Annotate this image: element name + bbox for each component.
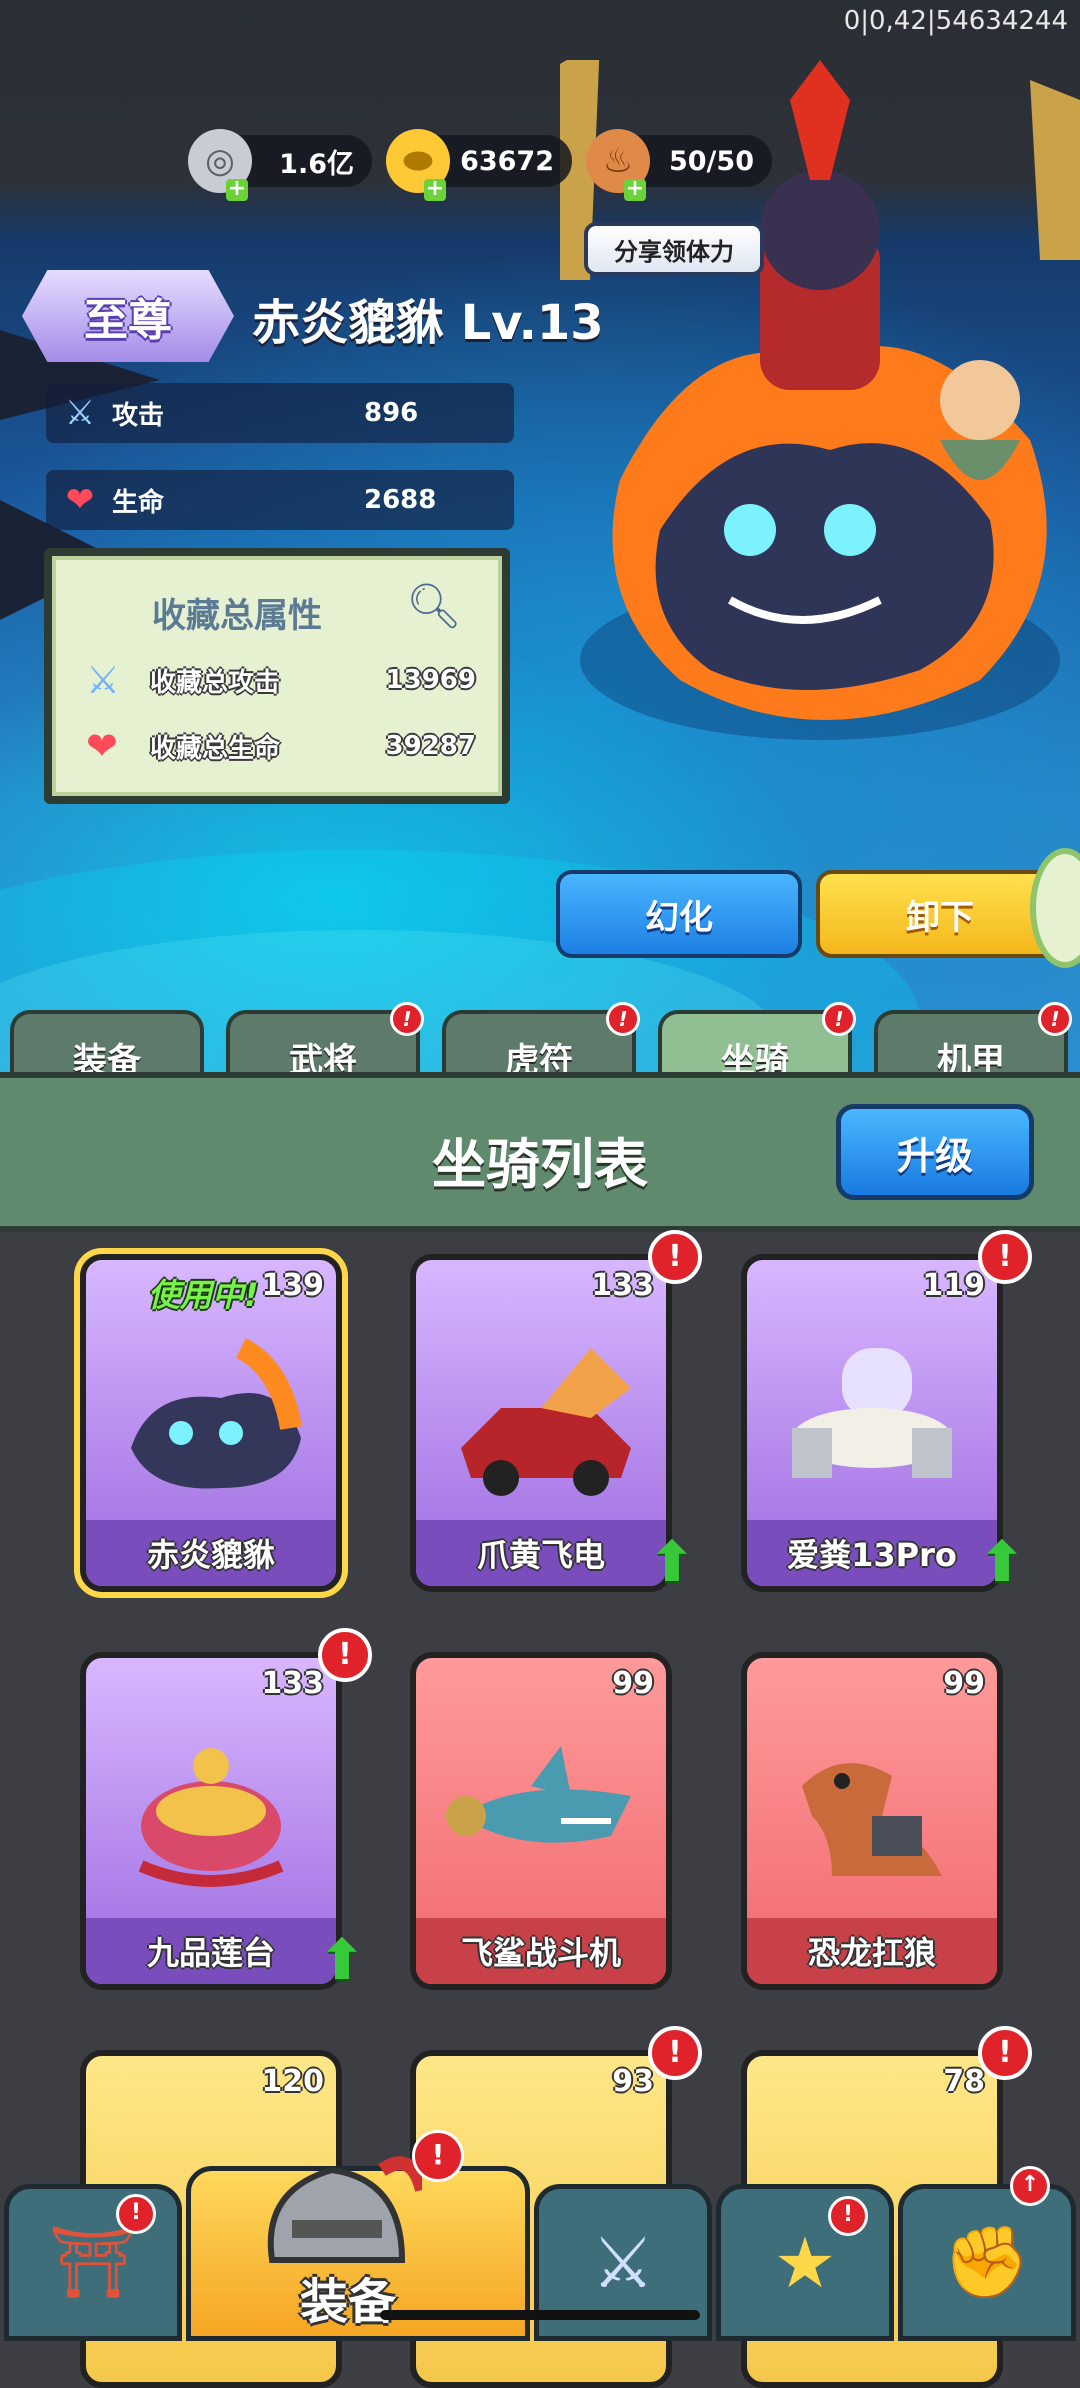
shop-gate-icon: ⛩ <box>48 2221 138 2303</box>
upgrade-button[interactable]: 升级 <box>836 1104 1034 1200</box>
fist-icon: ✊ <box>943 2221 1031 2303</box>
mount-scene: 0|0,42|54634244 ◎ + 1.6亿 ⬬ + 63672 ♨ + 5… <box>0 0 1080 1080</box>
silver-value: 1.6亿 <box>279 148 354 180</box>
horn-stars-icon: ★ <box>773 2221 837 2304</box>
mount-card-jiupin-liantai[interactable]: 133 九品莲台 <box>80 1652 342 1990</box>
home-indicator <box>380 2310 700 2320</box>
card-name: 赤炎貔貅 <box>86 1520 336 1586</box>
magnifier-icon[interactable]: 🔍︎ <box>406 580 462 632</box>
card-level: 99 <box>612 1666 654 1701</box>
lotus-throne-icon <box>106 1716 316 1906</box>
nav-equipment-label: 装备 <box>300 2274 397 2330</box>
stamina-resource[interactable]: ♨ + 50/50 <box>586 129 772 201</box>
card-name: 飞鲨战斗机 <box>416 1918 666 1984</box>
silver-resource[interactable]: ◎ + 1.6亿 <box>188 129 372 201</box>
card-level: 93 <box>612 2064 654 2099</box>
health-stat: ❤ 生命 2688 <box>46 470 514 530</box>
heart-icon: ❤ <box>86 724 118 768</box>
shark-plane-icon <box>436 1716 646 1906</box>
alert-badge: ! <box>318 1628 372 1682</box>
upgrade-arrow-badge: ↑ <box>1010 2166 1050 2206</box>
card-level: 99 <box>943 1666 985 1701</box>
health-value: 2688 <box>364 485 437 515</box>
stamina-value: 50/50 <box>668 145 754 177</box>
collection-panel: 收藏总属性 🔍︎ ⚔ 收藏总攻击 13969 ❤ 收藏总生命 39287 <box>44 548 510 804</box>
tab-mecha[interactable]: 机甲 ! <box>874 1002 1072 1080</box>
add-silver-icon[interactable]: + <box>226 178 248 201</box>
pixiu-beast-icon <box>106 1318 316 1508</box>
attack-stat: ⚔ 攻击 896 <box>46 383 514 443</box>
card-name: 恐龙扛狼 <box>747 1918 997 1984</box>
unequip-button[interactable]: 卸下 <box>816 870 1064 958</box>
dinosaur-icon <box>767 1716 977 1906</box>
collection-title: 收藏总属性 <box>152 596 322 636</box>
alert-badge: ! <box>412 2130 464 2182</box>
card-level: 119 <box>922 1268 985 1303</box>
alert-badge: ! <box>648 1230 702 1284</box>
card-level: 133 <box>261 1666 324 1701</box>
collection-attack-label: 收藏总攻击 <box>150 667 281 698</box>
alert-badge: ! <box>978 2026 1032 2080</box>
tab-tiger-tally[interactable]: 虎符 ! <box>442 1002 640 1080</box>
alert-badge: ! <box>822 1002 856 1036</box>
card-level: 133 <box>591 1268 654 1303</box>
collection-health-row: ❤ 收藏总生命 39287 <box>86 724 476 768</box>
toilet-jet-icon <box>767 1318 977 1508</box>
mount-card-konglong-kanglang[interactable]: 99 恐龙扛狼 <box>741 1652 1003 1990</box>
alert-badge: ! <box>648 2026 702 2080</box>
upgrade-arrow-icon: ⬆ <box>318 1928 366 1993</box>
card-name: 爪黄飞电 <box>416 1520 666 1586</box>
upgrade-arrow-icon: ⬆ <box>978 1530 1026 1595</box>
mount-card-aifen-13pro[interactable]: 119 爱粪13Pro <box>741 1254 1003 1592</box>
alert-badge: ! <box>1038 1002 1072 1036</box>
share-stamina-button[interactable]: 分享领体力 <box>584 222 764 276</box>
nav-summon[interactable]: ★ <box>716 2184 894 2341</box>
race-car-icon <box>436 1318 646 1508</box>
debug-status-text: 0|0,42|54634244 <box>843 6 1068 36</box>
rank-badge: 至尊 <box>22 270 234 362</box>
attack-label: 攻击 <box>112 400 165 431</box>
collection-health-value: 39287 <box>385 731 476 761</box>
attack-value: 896 <box>364 398 419 428</box>
mount-card-feisha-fighter[interactable]: 99 飞鲨战斗机 <box>410 1652 672 1990</box>
transform-button[interactable]: 幻化 <box>556 870 802 958</box>
alert-badge: ! <box>390 1002 424 1036</box>
card-level: 120 <box>261 2064 324 2099</box>
collection-health-label: 收藏总生命 <box>150 733 281 764</box>
card-level: 78 <box>943 2064 985 2099</box>
sword-icon: ⚔ <box>86 658 121 702</box>
upgrade-arrow-icon: ⬆ <box>648 1530 696 1595</box>
tab-equipment[interactable]: 装备 <box>10 1010 204 1080</box>
health-label: 生命 <box>112 487 165 518</box>
nav-power-up[interactable]: ✊ <box>898 2184 1076 2341</box>
alert-badge: ! <box>606 1002 640 1036</box>
card-name: 爱粪13Pro <box>747 1520 997 1586</box>
gold-resource[interactable]: ⬬ + 63672 <box>386 129 572 201</box>
add-stamina-icon[interactable]: + <box>624 178 646 201</box>
add-gold-icon[interactable]: + <box>424 178 446 201</box>
alert-badge: ! <box>978 1230 1032 1284</box>
alert-badge: ! <box>828 2196 868 2236</box>
card-level: 139 <box>261 1268 324 1303</box>
sword-icon: ⚔ <box>64 393 96 433</box>
nav-shop[interactable]: ⛩ <box>4 2184 182 2341</box>
mount-card-chiyan-pixiu[interactable]: 使用中! 139 赤炎貔貅 <box>74 1248 348 1598</box>
collection-attack-value: 13969 <box>385 665 476 695</box>
collection-attack-row: ⚔ 收藏总攻击 13969 <box>86 658 476 702</box>
mount-card-zhuahuang-feidian[interactable]: 133 爪黄飞电 <box>410 1254 672 1592</box>
tab-generals[interactable]: 武将 ! <box>226 1002 424 1080</box>
alert-badge: ! <box>116 2194 156 2234</box>
in-use-label: 使用中! <box>148 1276 259 1314</box>
crossed-swords-icon: ⚔ <box>591 2221 655 2304</box>
mount-title: 赤炎貔貅 Lv.13 <box>252 295 604 351</box>
card-name: 九品莲台 <box>86 1918 336 1984</box>
gold-value: 63672 <box>460 145 554 177</box>
heart-icon: ❤ <box>65 480 95 520</box>
tab-mounts[interactable]: 坐骑 ! <box>658 1002 856 1080</box>
